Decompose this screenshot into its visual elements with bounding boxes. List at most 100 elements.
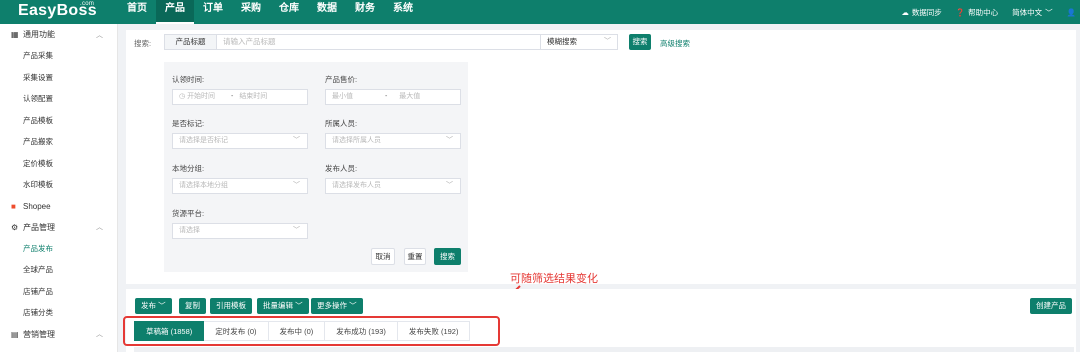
search-mode-value: 模糊搜索 [547, 37, 577, 46]
sidebar-item-global-products[interactable]: 全球产品 [0, 259, 117, 281]
local-group-label: 本地分组: [172, 164, 205, 173]
nav-warehouse[interactable]: 仓库 [270, 0, 308, 24]
app-logo[interactable]: EasyBoss .com [18, 1, 97, 20]
price-label: 产品售价: [325, 75, 358, 84]
help-center-link[interactable]: ❓ 帮助中心 [956, 7, 998, 18]
more-actions-button[interactable]: 更多操作 ﹀ [311, 298, 363, 314]
range-separator: - [384, 93, 388, 100]
publisher-placeholder: 请选择发布人员 [332, 182, 381, 189]
local-group-select[interactable]: 请选择本地分组 ﹀ [172, 178, 308, 194]
cancel-button[interactable]: 取消 [371, 248, 395, 265]
publish-label: 发布 [141, 301, 156, 310]
more-actions-label: 更多操作 [317, 301, 347, 310]
table-header-strip [134, 347, 1074, 352]
chevron-down-icon: ﹀ [446, 182, 453, 189]
claim-time-end: 结束时间 [239, 93, 268, 100]
publish-button[interactable]: 发布 ﹀ [135, 298, 172, 314]
advanced-filter-panel: 认领时间: ◷ 开始时间 - 结束时间 产品售价: 最小值 - 最大值 是否标记… [164, 62, 468, 272]
marked-select[interactable]: 请选择是否标记 ﹀ [172, 133, 308, 149]
sidebar-item-shop-categories[interactable]: 店铺分类 [0, 302, 117, 324]
batch-edit-button[interactable]: 批量编辑 ﹀ [257, 298, 309, 314]
source-platform-label: 货源平台: [172, 209, 205, 218]
sidebar-group-general[interactable]: ▦ 通用功能 ︿ [0, 24, 117, 45]
price-min: 最小值 [332, 93, 353, 100]
user-icon: 👤 [1066, 7, 1076, 17]
claim-time-start: 开始时间 [187, 93, 216, 100]
cloud-icon: ☁ [901, 7, 909, 17]
nav-order[interactable]: 订单 [194, 0, 232, 24]
marked-label: 是否标记: [172, 119, 205, 128]
sidebar-item-shop-products[interactable]: 店铺产品 [0, 281, 117, 303]
data-sync-link[interactable]: ☁ 数据同步 [901, 7, 942, 18]
filter-search-button[interactable]: 搜索 [434, 248, 461, 265]
nav-data[interactable]: 数据 [308, 0, 346, 24]
publisher-label: 发布人员: [325, 164, 358, 173]
marked-placeholder: 请选择是否标记 [179, 137, 228, 144]
nav-system[interactable]: 系统 [384, 0, 422, 24]
sidebar-group-product-mgmt[interactable]: ⚙ 产品管理 ︿ [0, 217, 117, 238]
owner-select[interactable]: 请选择所属人员 ﹀ [325, 133, 461, 149]
sidebar: ▦ 通用功能 ︿ 产品采集 采集设置 认领配置 产品模板 产品搬家 定价模板 水… [0, 24, 118, 352]
sidebar-item-watermark-template[interactable]: 水印模板 [0, 174, 117, 196]
help-icon: ❓ [955, 7, 966, 17]
chevron-down-icon: ﹀ [158, 301, 166, 310]
annotation-highlight-box [123, 316, 500, 346]
sidebar-item-collect-settings[interactable]: 采集设置 [0, 67, 117, 89]
local-group-placeholder: 请选择本地分组 [179, 182, 228, 189]
price-max: 最大值 [399, 93, 421, 100]
use-template-button[interactable]: 引用模板 [210, 298, 252, 314]
sidebar-item-claim-config[interactable]: 认领配置 [0, 88, 117, 110]
sidebar-item-product-template[interactable]: 产品模板 [0, 110, 117, 132]
source-platform-placeholder: 请选择 [179, 227, 200, 234]
chevron-down-icon: ﹀ [604, 38, 611, 45]
language-label: 简体中文 [1012, 7, 1043, 17]
owner-placeholder: 请选择所属人员 [332, 137, 381, 144]
sidebar-item-pricing-template[interactable]: 定价模板 [0, 153, 117, 175]
sidebar-group-label: 营销管理 [23, 329, 55, 339]
sidebar-item-publish[interactable]: 产品发布 [0, 238, 117, 260]
source-platform-select[interactable]: 请选择 ﹀ [172, 223, 308, 239]
nav-product[interactable]: 产品 [156, 0, 194, 24]
grid-icon: ▦ [11, 30, 19, 39]
top-right-tools: ☁ 数据同步 ❓ 帮助中心 简体中文 ﹀ 👤 [901, 0, 1080, 24]
search-input[interactable]: 请输入产品标题 [217, 34, 541, 50]
sidebar-group-label: 产品管理 [23, 222, 55, 232]
batch-edit-label: 批量编辑 [263, 301, 293, 310]
claim-time-label: 认领时间: [172, 75, 205, 84]
chevron-down-icon: ﹀ [293, 182, 300, 189]
reset-button[interactable]: 重置 [404, 248, 426, 265]
data-sync-label: 数据同步 [911, 7, 942, 17]
publisher-select[interactable]: 请选择发布人员 ﹀ [325, 178, 461, 194]
chevron-down-icon: ﹀ [446, 137, 453, 144]
search-mode-select[interactable]: 模糊搜索 ﹀ [540, 34, 618, 50]
marketing-icon: ▤ [11, 329, 19, 339]
search-button[interactable]: 搜索 [629, 34, 651, 50]
sidebar-group-label: Shopee [23, 201, 51, 211]
create-product-button[interactable]: 创建产品 [1030, 298, 1072, 314]
sidebar-group-shopee[interactable]: ■ Shopee [0, 196, 117, 217]
main-nav: 首页 产品 订单 采购 仓库 数据 财务 系统 [118, 0, 422, 24]
sidebar-group-label: 通用功能 [23, 30, 55, 39]
sidebar-group-marketing[interactable]: ▤ 营销管理 ︿ [0, 324, 117, 345]
chevron-down-icon: ﹀ [293, 137, 300, 144]
advanced-search-link[interactable]: 高级搜索 [660, 38, 690, 49]
range-separator: - [231, 93, 234, 100]
user-menu[interactable]: 👤 [1067, 8, 1076, 17]
language-select[interactable]: 简体中文 ﹀ [1012, 7, 1053, 18]
chevron-up-icon: ︿ [96, 331, 103, 338]
gear-icon: ⚙ [11, 222, 19, 232]
sidebar-item-collect[interactable]: 产品采集 [0, 45, 117, 67]
search-type-select[interactable]: 产品标题 [164, 34, 217, 50]
clock-icon: ◷ [179, 93, 188, 100]
price-range[interactable]: 最小值 - 最大值 [325, 89, 461, 105]
nav-finance[interactable]: 财务 [346, 0, 384, 24]
logo-sup: .com [80, 1, 95, 7]
claim-time-range[interactable]: ◷ 开始时间 - 结束时间 [172, 89, 308, 105]
nav-home[interactable]: 首页 [118, 0, 156, 24]
sidebar-item-product-move[interactable]: 产品搬家 [0, 131, 117, 153]
nav-purchase[interactable]: 采购 [232, 0, 270, 24]
chevron-down-icon: ﹀ [349, 301, 357, 310]
chevron-up-icon: ︿ [96, 224, 103, 231]
copy-button[interactable]: 复制 [179, 298, 206, 314]
chevron-down-icon: ﹀ [1045, 7, 1053, 17]
